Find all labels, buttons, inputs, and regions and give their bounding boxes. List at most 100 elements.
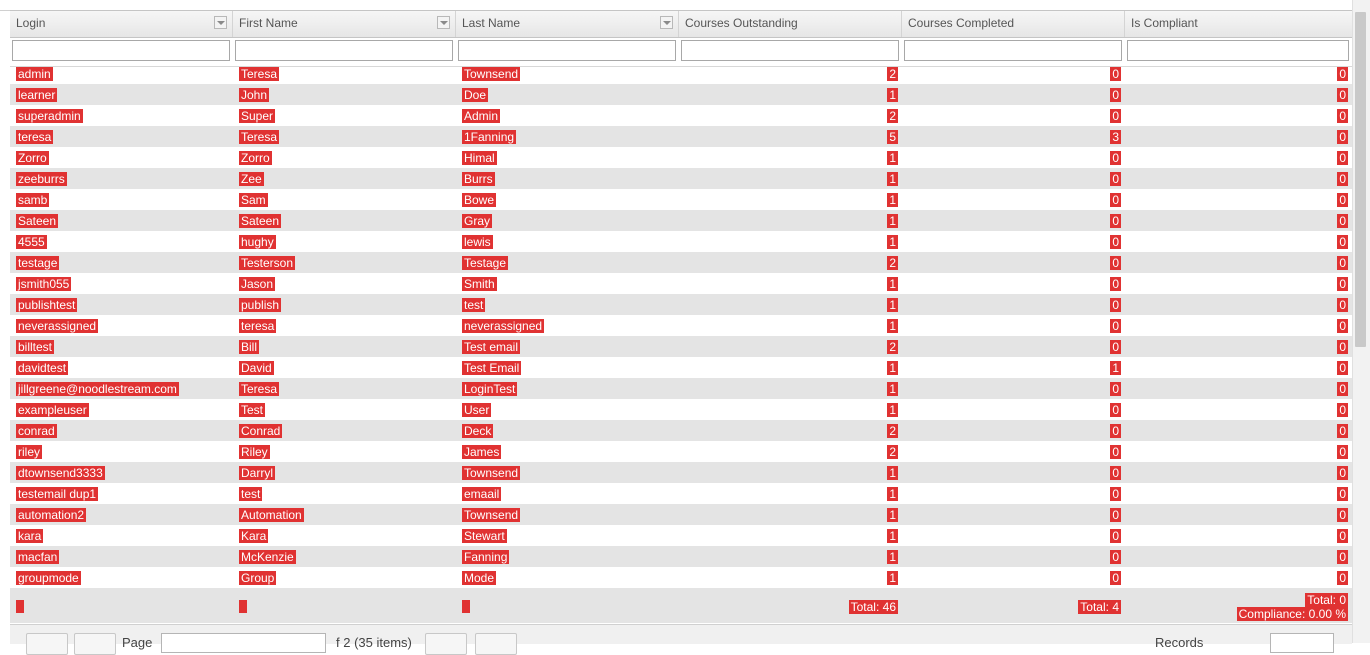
column-header-courses-outstanding[interactable]: Courses Outstanding bbox=[679, 11, 902, 37]
cell-value: 1 bbox=[887, 87, 898, 102]
cell-value: test bbox=[239, 486, 263, 501]
cell-last-name: Admin bbox=[456, 108, 679, 123]
column-header-last-name[interactable]: Last Name bbox=[456, 11, 679, 37]
cell-courses-outstanding: 1 bbox=[679, 192, 902, 207]
page-number-input[interactable] bbox=[161, 633, 326, 653]
filter-cell bbox=[233, 38, 456, 66]
cell-value: LoginTest bbox=[462, 381, 518, 396]
table-row[interactable]: exampleuser Test User 1 0 0 bbox=[10, 399, 1352, 420]
table-row[interactable]: jsmith055 Jason Smith 1 0 0 bbox=[10, 273, 1352, 294]
column-header-login[interactable]: Login bbox=[10, 11, 233, 37]
table-row[interactable]: groupmode Group Mode 1 0 0 bbox=[10, 567, 1352, 588]
table-row[interactable]: riley Riley James 2 0 0 bbox=[10, 441, 1352, 462]
filter-input-first-name[interactable] bbox=[235, 40, 453, 61]
table-row[interactable]: davidtest David Test Email 1 1 0 bbox=[10, 357, 1352, 378]
table-row[interactable]: automation2 Automation Townsend 1 0 0 bbox=[10, 504, 1352, 525]
cell-value: Deck bbox=[462, 423, 494, 438]
cell-last-name: test bbox=[456, 297, 679, 312]
table-row[interactable]: jillgreene@noodlestream.com Teresa LoginTe… bbox=[10, 378, 1352, 399]
cell-value: 0 bbox=[1337, 150, 1348, 165]
cell-courses-completed: 0 bbox=[902, 570, 1125, 585]
vertical-scrollbar[interactable] bbox=[1352, 0, 1370, 643]
cell-value: 1 bbox=[887, 570, 898, 585]
table-row[interactable]: 4555 hughy lewis 1 0 0 bbox=[10, 231, 1352, 252]
chevron-down-icon[interactable] bbox=[214, 16, 227, 29]
column-header-first-name[interactable]: First Name bbox=[233, 11, 456, 37]
table-row[interactable]: dtownsend3333 Darryl Townsend 1 0 0 bbox=[10, 462, 1352, 483]
table-row[interactable]: samb Sam Bowe 1 0 0 bbox=[10, 189, 1352, 210]
table-row[interactable]: conrad Conrad Deck 2 0 0 bbox=[10, 420, 1352, 441]
table-row[interactable]: neverassigned teresa neverassigned 1 0 0 bbox=[10, 315, 1352, 336]
table-row[interactable]: Zorro Zorro Himal 1 0 0 bbox=[10, 147, 1352, 168]
cell-value: admin bbox=[16, 66, 53, 81]
cell-value: John bbox=[239, 87, 270, 102]
cell-courses-completed: 0 bbox=[902, 66, 1125, 81]
prev-page-button[interactable] bbox=[74, 633, 116, 655]
cell-value: Zorro bbox=[16, 150, 49, 165]
cell-value: 2 bbox=[887, 255, 898, 270]
cell-value: macfan bbox=[16, 549, 60, 564]
table-row[interactable]: Sateen Sateen Gray 1 0 0 bbox=[10, 210, 1352, 231]
cell-value: Teresa bbox=[239, 129, 280, 144]
cell-value: 4555 bbox=[16, 234, 47, 249]
table-row[interactable]: testage Testerson Testage 2 0 0 bbox=[10, 252, 1352, 273]
cell-value: 0 bbox=[1337, 87, 1348, 102]
table-row[interactable]: superadmin Super Admin 2 0 0 bbox=[10, 105, 1352, 126]
filter-cell bbox=[10, 38, 233, 66]
table-row[interactable]: learner John Doe 1 0 0 bbox=[10, 84, 1352, 105]
cell-first-name: McKenzie bbox=[233, 549, 456, 564]
cell-value: 1Fanning bbox=[462, 129, 517, 144]
cell-courses-completed: 0 bbox=[902, 297, 1125, 312]
filter-input-last-name[interactable] bbox=[458, 40, 676, 61]
cell-value: User bbox=[462, 402, 492, 417]
cell-login: riley bbox=[10, 444, 233, 459]
table-row[interactable]: macfan McKenzie Fanning 1 0 0 bbox=[10, 546, 1352, 567]
last-page-button[interactable] bbox=[475, 633, 517, 655]
cell-first-name: David bbox=[233, 360, 456, 375]
cell-is-compliant: 0 bbox=[1125, 444, 1352, 459]
cell-value: 0 bbox=[1337, 444, 1348, 459]
filter-input-courses-outstanding[interactable] bbox=[681, 40, 899, 61]
cell-first-name: Super bbox=[233, 108, 456, 123]
scrollbar-thumb[interactable] bbox=[1355, 12, 1366, 347]
cell-value: 0 bbox=[1337, 360, 1348, 375]
cell-value: 0 bbox=[1337, 570, 1348, 585]
cell-login: kara bbox=[10, 528, 233, 543]
cell-first-name: Testerson bbox=[233, 255, 456, 270]
table-row[interactable]: admin Teresa Townsend 2 0 0 bbox=[10, 63, 1352, 84]
cell-is-compliant: 0 bbox=[1125, 381, 1352, 396]
chevron-down-icon[interactable] bbox=[437, 16, 450, 29]
cell-first-name: Conrad bbox=[233, 423, 456, 438]
cell-courses-completed: 0 bbox=[902, 276, 1125, 291]
column-header-is-compliant[interactable]: Is Compliant bbox=[1125, 11, 1352, 37]
cell-courses-outstanding: 1 bbox=[679, 213, 902, 228]
filter-input-is-compliant[interactable] bbox=[1127, 40, 1349, 61]
table-row[interactable]: zeeburrs Zee Burrs 1 0 0 bbox=[10, 168, 1352, 189]
cell-last-name: emaail bbox=[456, 486, 679, 501]
cell-is-compliant: 0 bbox=[1125, 465, 1352, 480]
chevron-down-icon[interactable] bbox=[660, 16, 673, 29]
cell-login: Sateen bbox=[10, 213, 233, 228]
cell-courses-completed: 0 bbox=[902, 108, 1125, 123]
cell-login: automation2 bbox=[10, 507, 233, 522]
cell-login: superadmin bbox=[10, 108, 233, 123]
cell-login: jsmith055 bbox=[10, 276, 233, 291]
column-header-courses-completed[interactable]: Courses Completed bbox=[902, 11, 1125, 37]
table-row[interactable]: testemail dup1 test emaail 1 0 0 bbox=[10, 483, 1352, 504]
first-page-button[interactable] bbox=[26, 633, 68, 655]
cell-last-name: Townsend bbox=[456, 66, 679, 81]
records-per-page-select[interactable] bbox=[1270, 633, 1334, 653]
cell-value: Fanning bbox=[462, 549, 510, 564]
filter-cell bbox=[1125, 38, 1352, 66]
table-row[interactable]: billtest Bill Test email 2 0 0 bbox=[10, 336, 1352, 357]
cell-value: 0 bbox=[1110, 171, 1121, 186]
filter-input-courses-completed[interactable] bbox=[904, 40, 1122, 61]
grid-header: Login First Name Last Name Courses Outstand… bbox=[10, 10, 1352, 38]
table-row[interactable]: teresa Teresa 1Fanning 5 3 0 bbox=[10, 126, 1352, 147]
pager: Page f 2 (35 items) Records bbox=[10, 624, 1352, 655]
next-page-button[interactable] bbox=[425, 633, 467, 655]
table-row[interactable]: kara Kara Stewart 1 0 0 bbox=[10, 525, 1352, 546]
cell-value: 0 bbox=[1110, 276, 1121, 291]
table-row[interactable]: publishtest publish test 1 0 0 bbox=[10, 294, 1352, 315]
filter-input-login[interactable] bbox=[12, 40, 230, 61]
